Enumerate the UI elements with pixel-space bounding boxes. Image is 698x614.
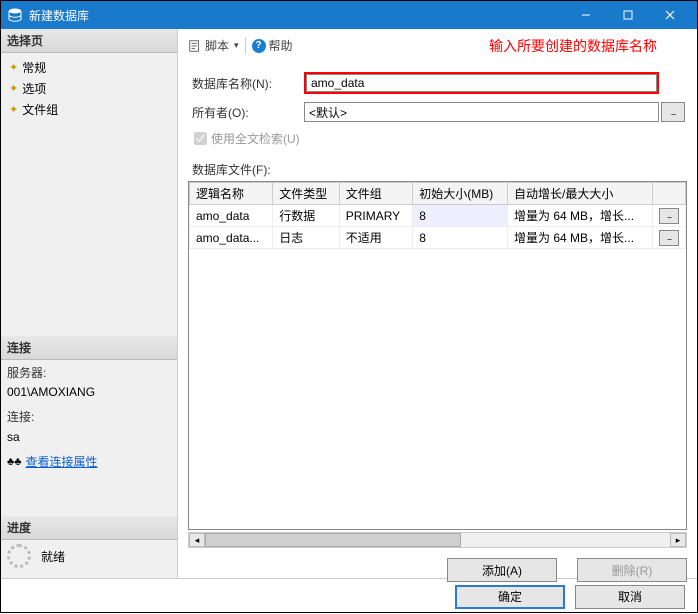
dbfiles-label: 数据库文件(F): (188, 151, 687, 181)
nav-item-options[interactable]: ✦ 选项 (5, 78, 177, 99)
main-panel: 脚本 ? 帮助 输入所要创建的数据库名称 数据库名称(N): 所有者(O): .… (178, 29, 697, 578)
cancel-button[interactable]: 取消 (575, 585, 685, 609)
nav-label: 文件组 (22, 101, 58, 118)
dbname-highlight (304, 72, 659, 94)
minimize-button[interactable] (565, 1, 607, 29)
database-icon (7, 7, 23, 23)
fulltext-label: 使用全文检索(U) (211, 130, 300, 147)
progress-row: 就绪 (1, 540, 177, 578)
fulltext-checkbox (194, 132, 207, 145)
scroll-right-arrow[interactable]: ▸ (670, 533, 686, 547)
help-icon: ? (252, 39, 266, 53)
nav-item-filegroups[interactable]: ✦ 文件组 (5, 99, 177, 120)
row-options-button[interactable]: ... (659, 230, 679, 246)
remove-button: 删除(R) (577, 558, 687, 582)
connection-label: 连接: (7, 408, 171, 427)
col-filegroup[interactable]: 文件组 (339, 183, 413, 205)
server-label: 服务器: (7, 364, 171, 383)
col-filetype[interactable]: 文件类型 (273, 183, 339, 205)
horizontal-scrollbar[interactable]: ◂ ▸ (188, 532, 687, 548)
scroll-thumb[interactable] (205, 533, 461, 547)
owner-label: 所有者(O): (192, 104, 302, 121)
close-button[interactable] (649, 1, 691, 29)
dbname-input[interactable] (306, 74, 657, 92)
table-row[interactable]: amo_data... 日志 不适用 8 增量为 64 MB，增长... ... (190, 227, 686, 249)
progress-header: 进度 (1, 516, 177, 540)
window-title: 新建数据库 (29, 7, 565, 24)
annotation-callout: 输入所要创建的数据库名称 (489, 36, 657, 56)
star-icon: ✦ (9, 61, 18, 74)
connection-section: 服务器: 001\AMOXIANG 连接: sa ♣♣ 查看连接属性 (1, 360, 177, 476)
nav-item-general[interactable]: ✦ 常规 (5, 57, 177, 78)
script-icon (188, 39, 202, 53)
toolstrip: 脚本 ? 帮助 输入所要创建的数据库名称 (188, 37, 687, 60)
script-label: 脚本 (205, 37, 229, 54)
star-icon: ✦ (9, 82, 18, 95)
col-logicalname[interactable]: 逻辑名称 (190, 183, 273, 205)
script-menu[interactable]: 脚本 (188, 37, 239, 54)
files-grid[interactable]: 逻辑名称 文件类型 文件组 初始大小(MB) 自动增长/最大大小 amo_dat… (188, 181, 687, 530)
nav-label: 选项 (22, 80, 46, 97)
nav-list: ✦ 常规 ✦ 选项 ✦ 文件组 (1, 53, 177, 124)
owner-input[interactable] (304, 102, 659, 122)
star-icon: ✦ (9, 103, 18, 116)
toolbar-separator (245, 38, 246, 54)
progress-spinner-icon (7, 544, 31, 568)
scroll-left-arrow[interactable]: ◂ (189, 533, 205, 547)
title-bar: 新建数据库 (1, 1, 697, 29)
add-button[interactable]: 添加(A) (447, 558, 557, 582)
server-value: 001\AMOXIANG (7, 383, 171, 402)
help-button[interactable]: ? 帮助 (252, 37, 293, 54)
col-autogrowth[interactable]: 自动增长/最大大小 (508, 183, 653, 205)
sidebar: 选择页 ✦ 常规 ✦ 选项 ✦ 文件组 连接 服务器: 001\AMOXIANG 连接… (1, 29, 178, 578)
nav-label: 常规 (22, 59, 46, 76)
dialog-footer: 确定 取消 (1, 578, 697, 614)
select-page-header: 选择页 (1, 29, 177, 53)
dbname-label: 数据库名称(N): (192, 75, 302, 92)
col-initsize[interactable]: 初始大小(MB) (413, 183, 508, 205)
connection-value: sa (7, 428, 171, 447)
status-text: 就绪 (41, 548, 65, 565)
fulltext-row: 使用全文检索(U) (192, 130, 687, 147)
maximize-button[interactable] (607, 1, 649, 29)
ok-button[interactable]: 确定 (455, 585, 565, 609)
connection-icon: ♣♣ (7, 454, 21, 472)
view-connection-properties-link[interactable]: 查看连接属性 (25, 453, 97, 472)
help-label: 帮助 (269, 37, 293, 54)
row-options-button[interactable]: ... (659, 208, 679, 224)
table-row[interactable]: amo_data 行数据 PRIMARY 8 增量为 64 MB，增长... .… (190, 205, 686, 227)
connection-header: 连接 (1, 336, 177, 360)
owner-browse-button[interactable]: ... (661, 102, 685, 122)
